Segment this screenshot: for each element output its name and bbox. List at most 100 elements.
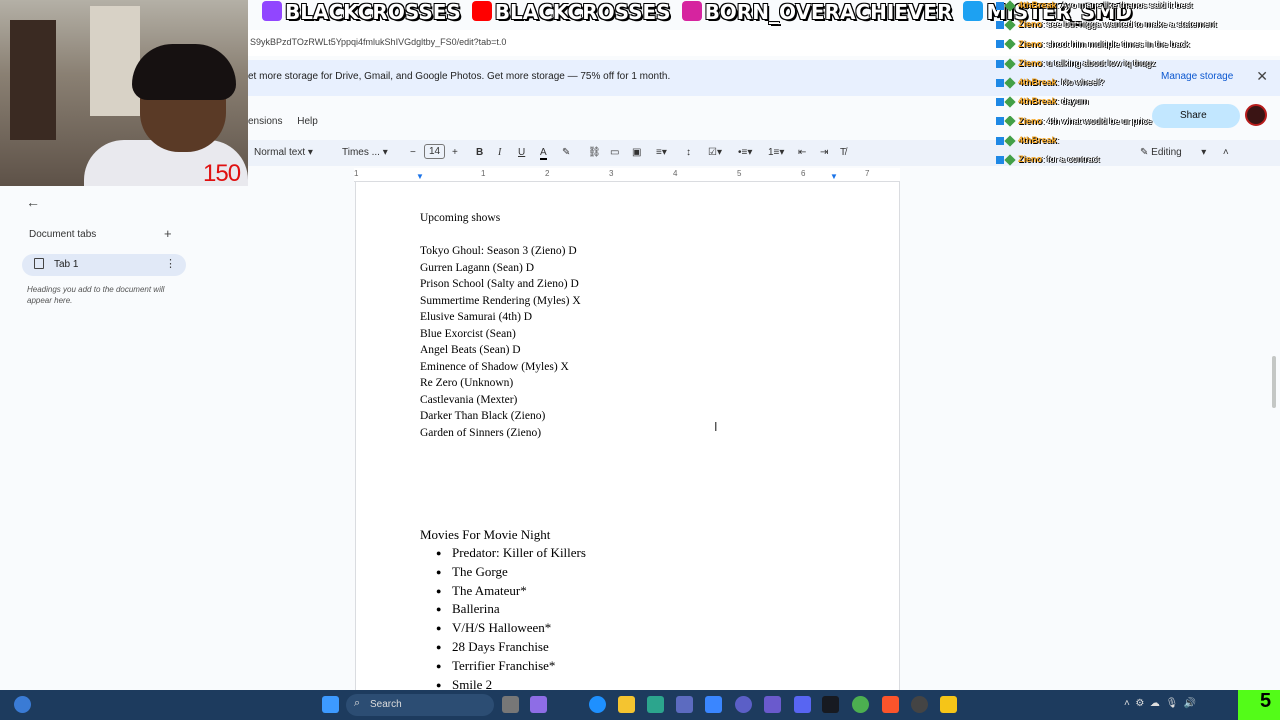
clear-format-icon[interactable]: T̸ — [840, 147, 846, 158]
ruler-tick: 2 — [545, 169, 550, 178]
copilot-icon[interactable] — [530, 696, 547, 713]
line-spacing-icon[interactable]: ↕ — [686, 147, 691, 158]
door — [90, 6, 140, 116]
document-page[interactable]: Upcoming shows Tokyo Ghoul: Season 3 (Zi… — [355, 182, 900, 694]
chat-text: : — [1056, 135, 1060, 146]
movies-heading: Movies For Movie Night — [420, 527, 551, 542]
subscriber-badge-icon — [1004, 38, 1016, 50]
chat-username: Zieno — [1018, 19, 1042, 30]
photos-icon[interactable] — [676, 696, 693, 713]
twitch-icon — [262, 1, 282, 21]
checklist-icon[interactable]: ☑▾ — [708, 147, 722, 158]
movie-list-item: 28 Days Franchise — [420, 638, 586, 657]
text-color-icon[interactable]: A — [540, 147, 547, 160]
subscriber-badge-icon — [1004, 57, 1016, 70]
shows-heading: Upcoming shows — [420, 212, 501, 224]
chat-text: : shoot him multiple times in the back — [1042, 38, 1190, 49]
chat-text: : Ayo mane like thanos said it best — [1056, 0, 1193, 10]
font-select[interactable]: Times ... ▾ — [342, 147, 388, 158]
twitter-icon — [963, 1, 984, 21]
italic-icon[interactable]: I — [498, 147, 501, 158]
show-item: Prison School (Salty and Zieno) D — [420, 278, 579, 290]
menu-extensions[interactable]: ensions — [248, 116, 282, 127]
chat-text: : for a contract — [1042, 154, 1100, 165]
right-indent-marker-icon[interactable]: ▼ — [830, 172, 838, 181]
bold-icon[interactable]: B — [476, 147, 483, 158]
ruler-tick: 3 — [609, 169, 614, 178]
chat-username: Zieno — [1018, 38, 1042, 49]
movie-list-item: Ballerina — [420, 600, 586, 619]
chrome-icon[interactable] — [852, 696, 869, 713]
movie-list-item: Predator: Killer of Killers — [420, 544, 586, 563]
ruler-tick: 6 — [801, 169, 806, 178]
banner-text: et more storage for Drive, Gmail, and Go… — [248, 71, 671, 82]
increase-size-button[interactable]: + — [452, 147, 458, 158]
chat-overlay: 4thBreak : Ayo mane like thanos said it b… — [996, 0, 1280, 174]
indent-marker-icon[interactable]: ▼ — [416, 172, 424, 181]
youtube-handle: BLACKCROSSES — [494, 0, 671, 24]
youtube-icon — [471, 1, 492, 21]
taskbar-search[interactable]: ⌕ Search — [346, 694, 494, 716]
horizontal-ruler[interactable]: 1 1 2 3 4 5 6 7 ▼ ▼ — [354, 168, 900, 182]
file-explorer-icon[interactable] — [618, 696, 635, 713]
show-item: Tokyo Ghoul: Season 3 (Zieno) D — [420, 245, 577, 257]
chat-username: 4thBreak — [1018, 135, 1057, 146]
underline-icon[interactable]: U — [518, 147, 525, 158]
increase-indent-icon[interactable]: ⇥ — [820, 147, 828, 158]
chat-message: Zieno: for a contract — [996, 154, 1280, 173]
paragraph-style-select[interactable]: Normal text ▾ — [254, 147, 313, 158]
document-body[interactable]: Upcoming shows Tokyo Ghoul: Season 3 (Zi… — [420, 210, 586, 694]
discord-icon[interactable] — [794, 696, 811, 713]
edge-icon[interactable] — [589, 696, 606, 713]
back-arrow-icon[interactable]: ← — [26, 194, 40, 210]
search-icon: ⌕ — [354, 697, 361, 709]
show-item: Castlevania (Mexter) — [420, 393, 518, 406]
highlight-icon[interactable]: ✎ — [562, 147, 570, 158]
warning-icon[interactable] — [940, 696, 957, 713]
bookshelf — [10, 20, 56, 140]
task-view-icon[interactable] — [502, 696, 519, 713]
bullet-list-icon[interactable]: •≡▾ — [738, 147, 752, 158]
menu-help[interactable]: Help — [297, 116, 318, 127]
image-icon[interactable]: ▣ — [632, 147, 641, 158]
vegas-icon[interactable] — [764, 696, 781, 713]
system-tray[interactable]: ˄ ⚙ ☁ 🎙 🔊 — [1124, 698, 1196, 709]
chat-text: : dayum — [1056, 96, 1089, 107]
link-icon[interactable]: ⛓ — [588, 147, 601, 158]
movie-list-item: Terrifier Franchise* — [420, 657, 586, 676]
widgets-icon[interactable] — [14, 696, 31, 713]
platform-badge-icon — [996, 78, 1004, 87]
align-icon[interactable]: ≡▾ — [656, 147, 667, 158]
subscriber-badge-icon — [1004, 19, 1016, 31]
more-options-icon[interactable]: ⋮ — [165, 257, 176, 270]
vpn-icon[interactable] — [735, 696, 752, 713]
store-icon[interactable] — [647, 696, 664, 713]
platform-badge-icon — [996, 1, 1004, 10]
chat-message: Zieno: see but nigga wanted to make a st… — [996, 19, 1280, 38]
ruler-tick: 5 — [737, 169, 742, 178]
font-size-input[interactable]: 14 — [424, 144, 446, 159]
comment-icon[interactable]: ▭ — [610, 147, 619, 158]
obs-icon[interactable] — [911, 696, 928, 713]
start-icon[interactable] — [322, 696, 339, 713]
kick-badge: 5 — [1238, 690, 1280, 720]
decrease-indent-icon[interactable]: ⇤ — [798, 147, 806, 158]
show-item: Gurren Lagann (Sean) D — [420, 261, 534, 274]
numbered-list-icon[interactable]: 1≡▾ — [768, 147, 784, 158]
search-placeholder: Search — [370, 699, 402, 710]
ruler-tick: 7 — [865, 169, 870, 178]
mail-icon[interactable] — [705, 696, 722, 713]
url-text: S9ykBPzdTOzRWLt5Yppqi4fmlukShIVGdgltby_F… — [250, 37, 507, 47]
chat-message: 4thBreak: No wheel? — [996, 77, 1280, 96]
show-item: Re Zero (Unknown) — [420, 377, 514, 389]
decrease-size-button[interactable]: − — [410, 147, 416, 158]
brave-icon[interactable] — [882, 696, 899, 713]
show-item: Darker Than Black (Zieno) — [420, 410, 546, 422]
subscriber-badge-icon — [1004, 115, 1016, 128]
steam-icon[interactable] — [822, 696, 839, 713]
show-item: Summertime Rendering (Myles) X — [420, 294, 581, 307]
scrollbar[interactable] — [1272, 356, 1276, 408]
tab-1[interactable]: Tab 1 ⋮ — [22, 254, 186, 276]
add-tab-icon[interactable]: + — [164, 226, 172, 241]
chat-username: 4thBreak — [1018, 77, 1057, 88]
